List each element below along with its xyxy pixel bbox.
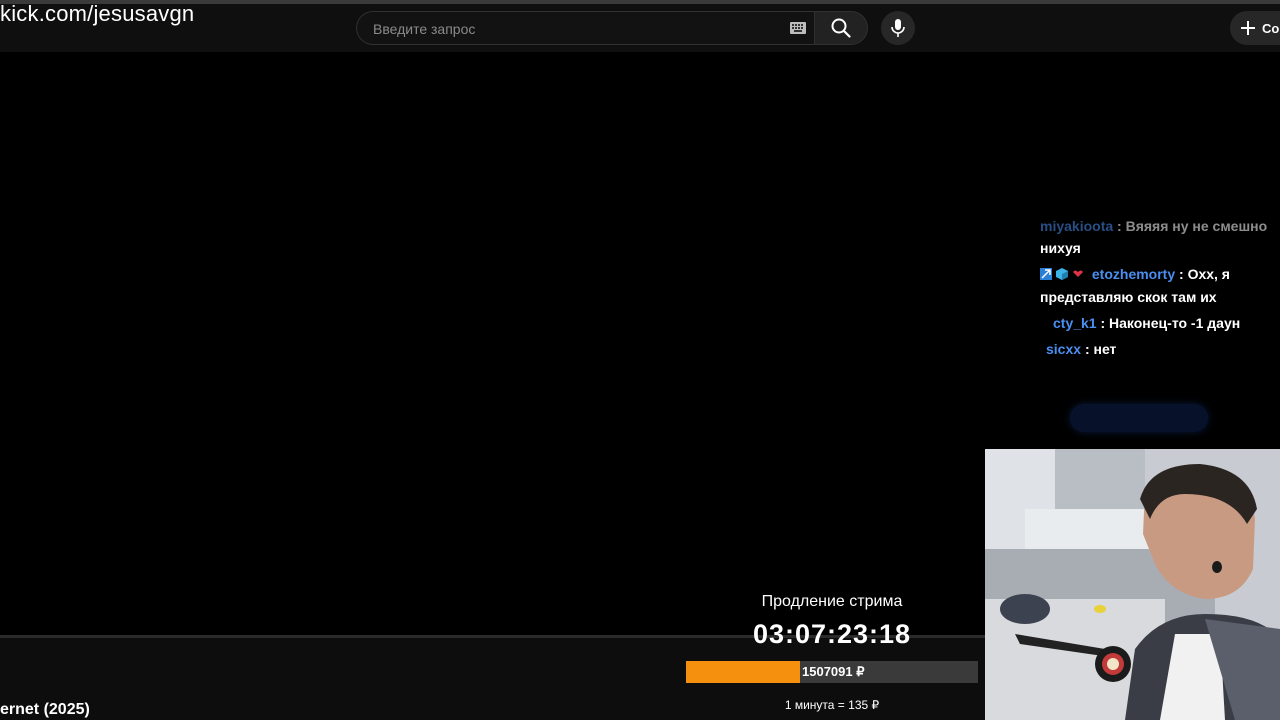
chat-username: miyakioota xyxy=(1040,218,1114,234)
chat-text: : Наконец-то -1 даун xyxy=(1100,315,1241,331)
search-icon xyxy=(831,18,851,38)
voice-search-button[interactable] xyxy=(881,11,915,45)
chat-message: представляю скок там их xyxy=(1040,286,1280,309)
plus-icon xyxy=(1241,21,1255,35)
webcam-feed xyxy=(985,449,1280,720)
heart-badge-icon xyxy=(1073,270,1083,277)
microphone-icon xyxy=(891,19,905,37)
chat-text: представляю скок там их xyxy=(1040,289,1217,305)
subathon-progress-fill xyxy=(686,661,800,683)
create-label: Со xyxy=(1262,20,1280,36)
subathon-amount: 1507091 ₽ xyxy=(802,664,865,679)
chat-message: etozhemorty : Охх, я xyxy=(1040,263,1280,286)
create-button[interactable]: Со xyxy=(1230,11,1280,45)
chat-text: : Охх, я xyxy=(1179,266,1230,282)
search-box[interactable] xyxy=(356,11,814,46)
cube-badge-icon xyxy=(1056,268,1068,280)
subathon-widget: Продление стрима 03:07:23:18 1507091 ₽ 1… xyxy=(686,590,978,712)
chat-text: нихуя xyxy=(1040,240,1081,256)
chat-text: : нет xyxy=(1084,341,1117,357)
subathon-timer: 03:07:23:18 xyxy=(752,619,912,649)
chat-overlay: miyakioota : Вяяяя ну не смешно нихуя et… xyxy=(1040,215,1280,364)
chat-username: sicxx xyxy=(1046,341,1082,357)
prime-badge-icon xyxy=(1040,268,1052,280)
subathon-title: Продление стрима xyxy=(761,593,903,610)
subathon-progress-bar: 1507091 ₽ xyxy=(686,661,978,683)
chat-message: sicxx : нет xyxy=(1046,338,1280,361)
subathon-rate: 1 минута = 135 ₽ xyxy=(784,698,880,712)
chat-message: cty_k1 : Наконец-то -1 даун xyxy=(1040,312,1280,335)
search-button[interactable] xyxy=(814,11,868,45)
chat-message: нихуя xyxy=(1040,237,1280,260)
chat-message: miyakioota : Вяяяя ну не смешно xyxy=(1040,218,1268,234)
chat-username: etozhemorty xyxy=(1091,266,1176,282)
keyboard-icon[interactable] xyxy=(790,22,806,34)
video-title: ernet (2025) xyxy=(0,701,90,718)
chat-text: Вяяяя ну не смешно xyxy=(1125,218,1268,234)
streamer-webcam-image xyxy=(985,449,1280,720)
stream-url-overlay: kick.com/jesusavgn xyxy=(0,1,195,26)
search-input[interactable] xyxy=(371,12,775,46)
chat-username: cty_k1 xyxy=(1053,315,1097,331)
chat-new-message-pill[interactable] xyxy=(1070,404,1208,432)
